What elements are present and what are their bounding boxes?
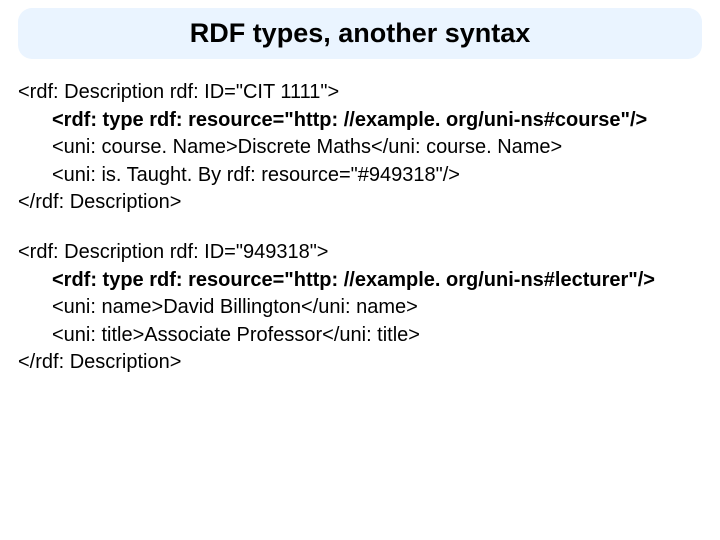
code-line: </rdf: Description> <box>18 349 702 377</box>
code-line: </rdf: Description> <box>18 189 702 217</box>
page-title: RDF types, another syntax <box>18 18 702 49</box>
code-line: <rdf: type rdf: resource="http: //exampl… <box>18 267 702 295</box>
code-line: <uni: course. Name>Discrete Maths</uni: … <box>18 134 702 162</box>
code-line: <uni: name>David Billington</uni: name> <box>18 294 702 322</box>
code-block-2: <rdf: Description rdf: ID="949318"> <rdf… <box>18 239 702 377</box>
title-container: RDF types, another syntax <box>18 8 702 59</box>
code-line: <uni: is. Taught. By rdf: resource="#949… <box>18 162 702 190</box>
code-block-1: <rdf: Description rdf: ID="CIT 1111"> <r… <box>18 79 702 217</box>
code-line: <rdf: Description rdf: ID="949318"> <box>18 239 702 267</box>
code-line: <rdf: type rdf: resource="http: //exampl… <box>18 107 702 135</box>
code-line: <rdf: Description rdf: ID="CIT 1111"> <box>18 79 702 107</box>
code-line: <uni: title>Associate Professor</uni: ti… <box>18 322 702 350</box>
